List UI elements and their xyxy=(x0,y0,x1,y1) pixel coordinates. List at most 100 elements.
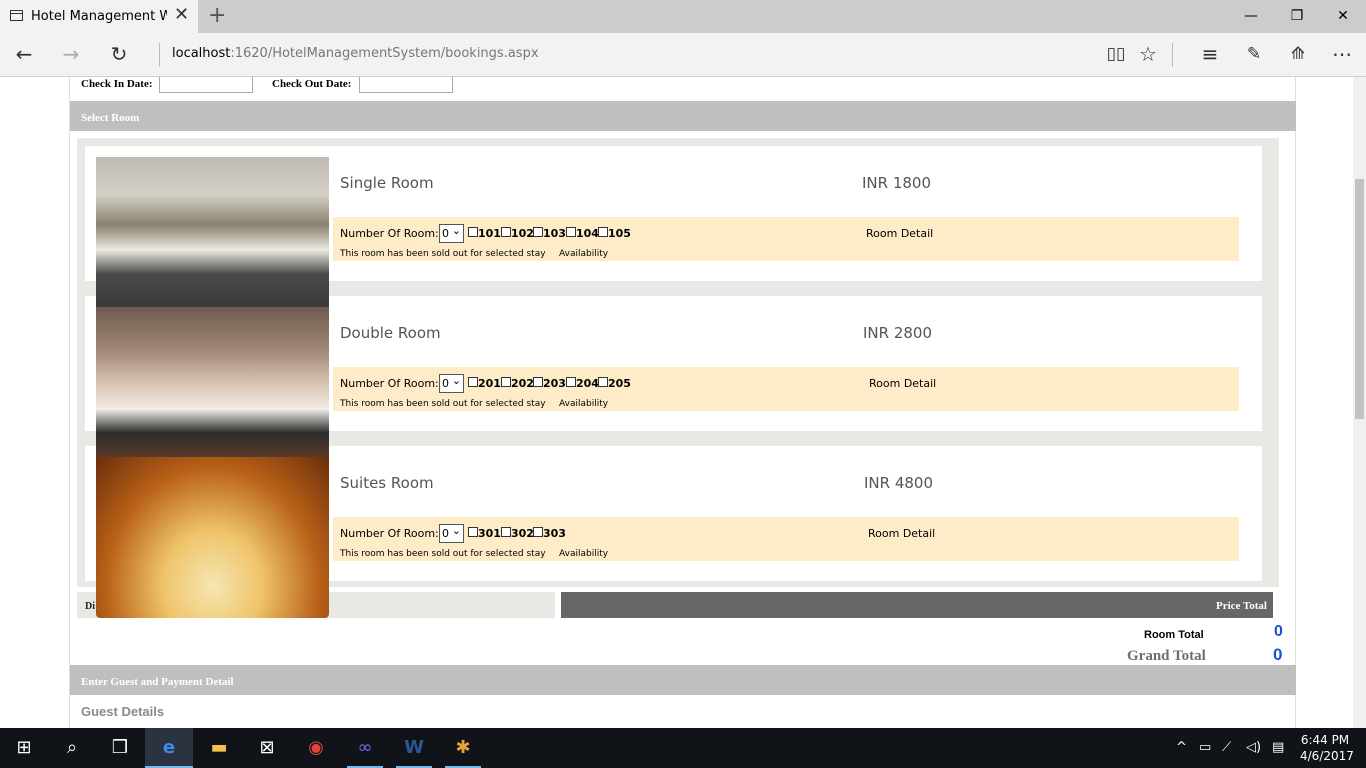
number-of-room-label: Number Of Room: xyxy=(340,527,439,540)
browser-tab[interactable]: Hotel Management Web ✕ xyxy=(0,0,198,33)
room-checkbox[interactable] xyxy=(566,377,576,387)
suites-room-photo xyxy=(96,457,329,618)
volume-icon[interactable]: ◁) xyxy=(1246,740,1261,755)
battery-icon[interactable]: ▭ xyxy=(1199,740,1211,755)
room-number: 101 xyxy=(478,227,501,240)
divider xyxy=(1172,43,1173,67)
show-hidden-icons-icon[interactable]: ^ xyxy=(1176,740,1187,755)
notifications-icon[interactable]: ▤ xyxy=(1272,740,1284,755)
task-view-icon[interactable]: ❒ xyxy=(96,728,144,768)
room-checkbox[interactable] xyxy=(468,377,478,387)
tab-title: Hotel Management Web xyxy=(31,9,167,24)
room-checkbox[interactable] xyxy=(501,227,511,237)
room-number: 302 xyxy=(511,527,534,540)
sold-out-text: This room has been sold out for selected… xyxy=(340,399,546,409)
room-number: 303 xyxy=(543,527,566,540)
room-number: 202 xyxy=(511,377,534,390)
check-in-input[interactable] xyxy=(159,77,253,93)
vertical-scrollbar[interactable] xyxy=(1353,77,1366,728)
room-number: 203 xyxy=(543,377,566,390)
sold-out-text: This room has been sold out for selected… xyxy=(340,549,546,559)
room-checkbox[interactable] xyxy=(566,227,576,237)
guest-details-heading: Guest Details xyxy=(81,704,165,719)
room-number: 103 xyxy=(543,227,566,240)
paint-icon[interactable]: ✱ xyxy=(439,728,487,768)
web-note-icon[interactable]: ✎ xyxy=(1239,39,1269,69)
network-icon[interactable]: ⟋ xyxy=(1222,740,1231,755)
store-icon[interactable]: ⊠ xyxy=(243,728,291,768)
divider xyxy=(159,43,160,67)
visual-studio-icon[interactable]: ∞ xyxy=(341,728,389,768)
room-number: 205 xyxy=(608,377,631,390)
availability-link[interactable]: Availability xyxy=(559,399,608,409)
room-checkbox[interactable] xyxy=(598,377,608,387)
room-name: Double Room xyxy=(340,324,441,342)
forward-icon[interactable]: → xyxy=(56,39,86,69)
favorite-star-icon[interactable]: ☆ xyxy=(1133,39,1163,69)
number-of-room-label: Number Of Room: xyxy=(340,377,439,390)
number-of-room-select[interactable]: 0 xyxy=(439,372,464,393)
single-room-photo xyxy=(96,157,329,307)
room-options-strip: Number Of Room: 0 201 202 203 204 205 Ro… xyxy=(333,367,1239,411)
room-checkbox[interactable] xyxy=(468,227,478,237)
file-explorer-icon[interactable]: ▬ xyxy=(195,728,243,768)
grand-total-value: 0 xyxy=(1273,645,1283,664)
hub-icon[interactable]: ≡ xyxy=(1195,39,1225,69)
number-of-room-label: Number Of Room: xyxy=(340,227,439,240)
clock-time: 6:44 PM xyxy=(1300,733,1350,747)
edge-browser-icon[interactable]: e xyxy=(145,728,193,768)
clock[interactable]: 6:44 PM 4/6/2017 xyxy=(1300,732,1354,764)
room-total-label: Room Total xyxy=(1144,629,1204,641)
close-window-icon[interactable]: ✕ xyxy=(1320,0,1366,33)
room-number: 104 xyxy=(576,227,599,240)
room-name: Suites Room xyxy=(340,474,434,492)
refresh-icon[interactable]: ↻ xyxy=(104,39,134,69)
more-icon[interactable]: ⋯ xyxy=(1327,39,1357,69)
address-bar-row: ← → ↻ localhost:1620/HotelManagementSyst… xyxy=(0,33,1366,77)
availability-link[interactable]: Availability xyxy=(559,249,608,259)
room-checkbox[interactable] xyxy=(533,527,543,537)
room-checkbox[interactable] xyxy=(501,377,511,387)
room-name: Single Room xyxy=(340,174,434,192)
room-number: 102 xyxy=(511,227,534,240)
number-of-room-select[interactable]: 0 xyxy=(439,522,464,543)
address-field[interactable]: localhost:1620/HotelManagementSystem/boo… xyxy=(172,46,539,61)
availability-link[interactable]: Availability xyxy=(559,549,608,559)
room-number: 204 xyxy=(576,377,599,390)
room-detail-link[interactable]: Room Detail xyxy=(868,527,935,540)
room-total-value: 0 xyxy=(1274,623,1283,640)
check-out-input[interactable] xyxy=(359,77,453,93)
room-price: INR 1800 xyxy=(862,174,932,192)
reading-view-icon[interactable]: ▯▯ xyxy=(1101,39,1131,69)
back-icon[interactable]: ← xyxy=(9,39,39,69)
new-tab-icon[interactable]: + xyxy=(208,3,226,29)
search-icon[interactable]: ⌕ xyxy=(48,728,96,768)
room-detail-link[interactable]: Room Detail xyxy=(869,377,936,390)
select-room-header: Select Room xyxy=(70,101,1296,131)
taskbar: ⊞ ⌕ ❒ e ▬ ⊠ ◉ ∞ W ✱ ^ ▭ ⟋ ◁) ▤ 6:44 PM 4… xyxy=(0,728,1366,768)
clock-date: 4/6/2017 xyxy=(1300,749,1354,763)
scrollbar-thumb[interactable] xyxy=(1355,179,1364,419)
room-checkbox[interactable] xyxy=(501,527,511,537)
number-of-room-select[interactable]: 0 xyxy=(439,222,464,243)
room-checkbox[interactable] xyxy=(533,377,543,387)
share-icon[interactable]: ⟰ xyxy=(1283,39,1313,69)
room-checkbox[interactable] xyxy=(533,227,543,237)
price-total-header: Price Total xyxy=(561,592,1273,618)
room-checkbox[interactable] xyxy=(468,527,478,537)
grand-total-label: Grand Total xyxy=(1127,648,1206,664)
word-icon[interactable]: W xyxy=(390,728,438,768)
page-content: Check In Date: Check Out Date: Select Ro… xyxy=(0,77,1353,728)
double-room-photo xyxy=(96,307,329,457)
room-options-strip: Number Of Room: 0 101 102 103 104 105 Ro… xyxy=(333,217,1239,261)
minimize-icon[interactable]: — xyxy=(1228,0,1274,33)
start-windows-icon[interactable]: ⊞ xyxy=(0,728,48,768)
restore-icon[interactable]: ❐ xyxy=(1274,0,1320,33)
chrome-icon[interactable]: ◉ xyxy=(292,728,340,768)
close-tab-icon[interactable]: ✕ xyxy=(174,5,189,25)
url-host: localhost xyxy=(172,46,231,61)
room-detail-link[interactable]: Room Detail xyxy=(866,227,933,240)
room-checkbox[interactable] xyxy=(598,227,608,237)
check-in-label: Check In Date: xyxy=(81,78,153,90)
room-options-strip: Number Of Room: 0 301 302 303 Room Detai… xyxy=(333,517,1239,561)
